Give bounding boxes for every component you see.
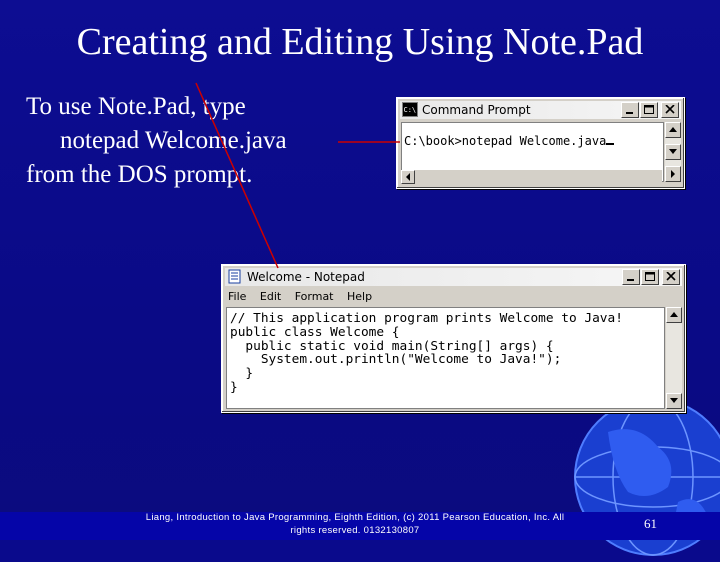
- footer-line-2: rights reserved. 0132130807: [290, 525, 420, 536]
- footer-line-1: Liang, Introduction to Java Programming,…: [145, 512, 565, 523]
- pointer-lines: [195, 82, 400, 269]
- page-number: 61: [644, 516, 657, 531]
- footer-copyright: Liang, Introduction to Java Programming,…: [140, 511, 570, 537]
- pointer-line-to-notepad: [195, 82, 279, 269]
